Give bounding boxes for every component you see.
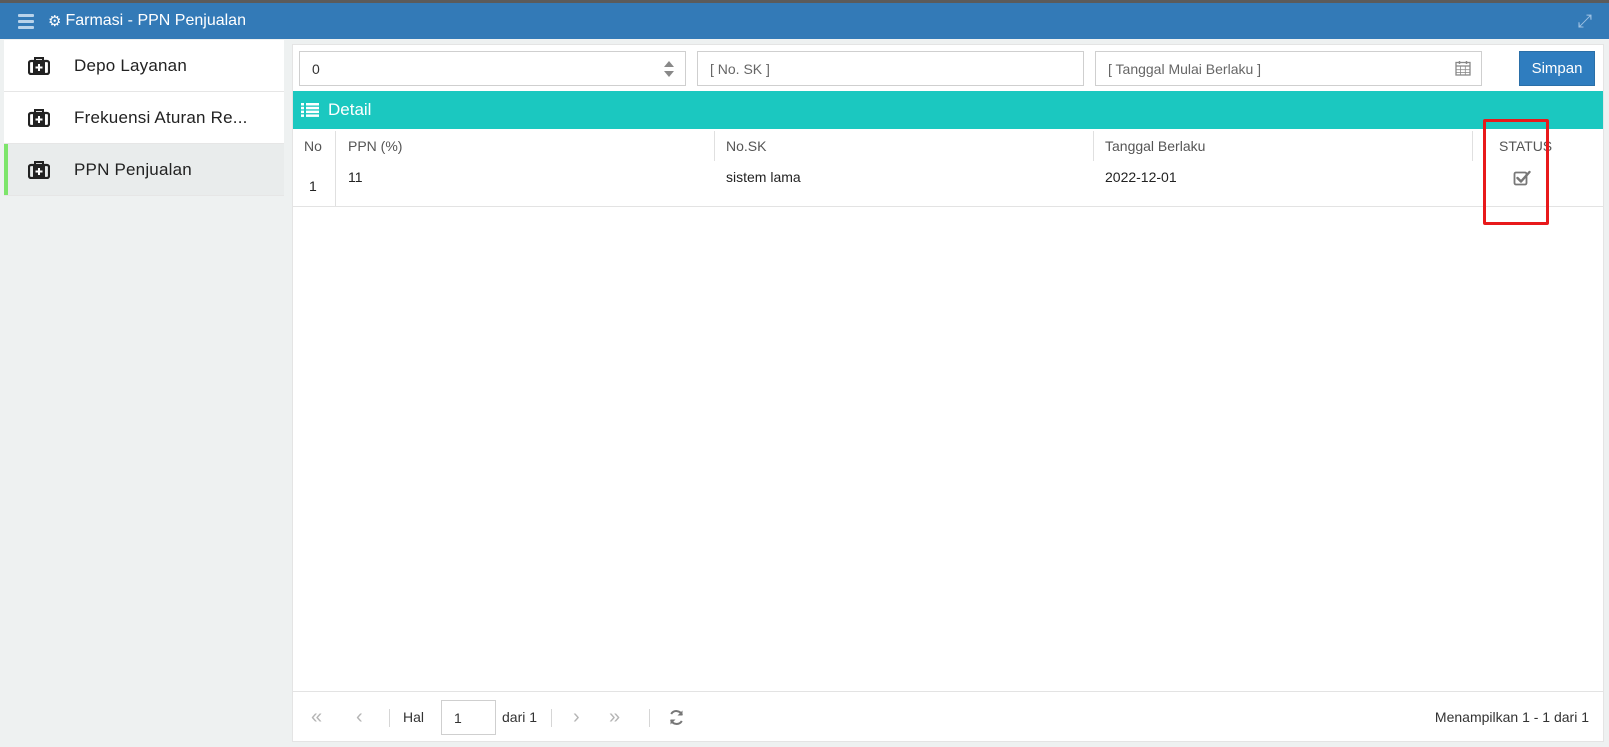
page-number-value: 1 bbox=[454, 709, 462, 726]
medical-kit-icon bbox=[28, 56, 50, 75]
page-total-label: dari 1 bbox=[502, 709, 538, 725]
sidebar-item-depo-layanan[interactable]: Depo Layanan bbox=[4, 40, 284, 92]
sidebar: Depo Layanan Frekuensi Aturan Re... PPN … bbox=[4, 40, 284, 196]
detail-header: Detail bbox=[293, 91, 1603, 129]
expand-icon[interactable]: ⤢ bbox=[1575, 11, 1595, 31]
refresh-arrows-icon bbox=[670, 709, 683, 725]
pagination-bar: « ‹ Hal 1 dari 1 › » Menampilkan 1 - 1 d… bbox=[293, 691, 1603, 741]
sidebar-item-label: PPN Penjualan bbox=[74, 159, 192, 179]
sidebar-item-label: Frekuensi Aturan Re... bbox=[74, 107, 248, 127]
no-sk-input[interactable]: [ No. SK ] bbox=[697, 51, 1084, 86]
menu-icon[interactable] bbox=[18, 13, 34, 29]
table-header: No PPN (%) No.SK Tanggal Berlaku STATUS bbox=[293, 131, 1603, 161]
first-page-icon[interactable]: « bbox=[311, 692, 322, 742]
page-number-input[interactable]: 1 bbox=[441, 700, 496, 735]
cell-ppn: 11 bbox=[348, 169, 363, 185]
page-label: Hal bbox=[403, 709, 425, 725]
medical-kit-icon bbox=[28, 108, 50, 127]
detail-table: No PPN (%) No.SK Tanggal Berlaku STATUS … bbox=[293, 131, 1603, 207]
refresh-icon[interactable] bbox=[668, 692, 685, 742]
list-icon bbox=[301, 103, 319, 117]
spinner-icon[interactable] bbox=[663, 59, 675, 79]
last-page-icon[interactable]: » bbox=[609, 692, 620, 742]
ppn-input[interactable]: 0 bbox=[299, 51, 686, 86]
next-page-icon[interactable]: › bbox=[573, 692, 580, 742]
gear-icon: ⚙ bbox=[48, 13, 62, 30]
column-header-ppn[interactable]: PPN (%) bbox=[348, 131, 402, 161]
sidebar-item-label: Depo Layanan bbox=[74, 55, 187, 75]
sidebar-item-frekuensi-aturan[interactable]: Frekuensi Aturan Re... bbox=[4, 92, 284, 144]
pagination-separator bbox=[649, 709, 650, 727]
calendar-icon[interactable] bbox=[1455, 60, 1471, 76]
ppn-input-value: 0 bbox=[312, 60, 320, 77]
save-button[interactable]: Simpan bbox=[1519, 51, 1595, 86]
pagination-summary: Menampilkan 1 - 1 dari 1 bbox=[1434, 709, 1589, 725]
cell-no: 1 bbox=[309, 177, 317, 194]
tanggal-mulai-input[interactable]: [ Tanggal Mulai Berlaku ] bbox=[1095, 51, 1482, 86]
sidebar-item-ppn-penjualan[interactable]: PPN Penjualan bbox=[4, 144, 284, 196]
pagination-separator bbox=[551, 709, 552, 727]
column-header-no[interactable]: No bbox=[304, 131, 322, 161]
tanggal-placeholder: [ Tanggal Mulai Berlaku ] bbox=[1108, 60, 1262, 77]
page-title: Farmasi - PPN Penjualan bbox=[65, 12, 246, 29]
app-window: ⚙ Farmasi - PPN Penjualan ⤢ Depo Layanan bbox=[0, 0, 1609, 747]
form-toolbar: 0 [ No. SK ] [ Tanggal Mulai Berlaku ] S… bbox=[293, 45, 1603, 91]
main-panel: 0 [ No. SK ] [ Tanggal Mulai Berlaku ] S… bbox=[292, 44, 1604, 742]
status-highlight-box bbox=[1483, 119, 1549, 225]
detail-title: Detail bbox=[328, 100, 372, 119]
no-sk-placeholder: [ No. SK ] bbox=[710, 60, 770, 77]
column-header-no-sk[interactable]: No.SK bbox=[726, 131, 766, 161]
cell-tanggal: 2022-12-01 bbox=[1105, 169, 1177, 185]
column-header-tanggal-berlaku[interactable]: Tanggal Berlaku bbox=[1105, 131, 1205, 161]
medical-kit-icon bbox=[28, 160, 50, 179]
prev-page-icon[interactable]: ‹ bbox=[356, 692, 363, 742]
pagination-separator bbox=[389, 709, 390, 727]
title-bar: ⚙ Farmasi - PPN Penjualan ⤢ bbox=[0, 3, 1609, 39]
cell-no-sk: sistem lama bbox=[726, 169, 801, 185]
table-row[interactable]: 1 11 sistem lama 2022-12-01 bbox=[293, 161, 1603, 207]
